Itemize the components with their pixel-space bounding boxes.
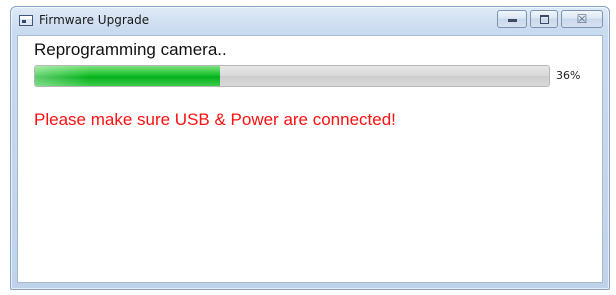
progress-bar-fill [35, 66, 221, 86]
window-title: Firmware Upgrade [39, 13, 150, 27]
status-label: Reprogramming camera.. [34, 40, 227, 59]
title-bar[interactable]: Firmware Upgrade ☒ [11, 7, 609, 35]
maximize-button[interactable] [530, 10, 558, 28]
close-icon: ☒ [576, 12, 588, 26]
minimize-icon [507, 19, 517, 22]
progress-bar [34, 65, 550, 87]
close-button[interactable]: ☒ [561, 10, 603, 28]
app-window-icon [19, 15, 33, 26]
progress-percent: 36% [556, 69, 581, 82]
warning-message: Please make sure USB & Power are connect… [34, 110, 396, 129]
minimize-button[interactable] [497, 10, 527, 28]
maximize-icon [539, 15, 549, 24]
